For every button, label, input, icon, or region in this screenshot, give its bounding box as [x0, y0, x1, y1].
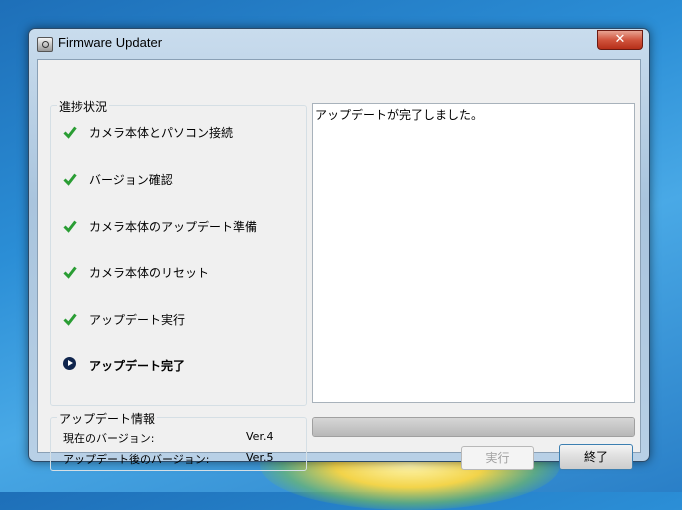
close-button[interactable]: ✕ [597, 30, 643, 50]
progress-fill [313, 418, 634, 436]
step-label: カメラ本体のリセット [89, 266, 210, 280]
check-icon [63, 266, 77, 279]
progress-group-label: 進捗状況 [57, 98, 110, 115]
current-version-value: Ver.4 [246, 430, 274, 443]
step-prepare: カメラ本体のアップデート準備 [51, 216, 291, 236]
check-icon [63, 220, 77, 233]
step-reset: カメラ本体のリセット [51, 262, 291, 282]
client-area: 進捗状況 カメラ本体とパソコン接続 バージョン確認 カメラ本体のアップデート準備… [37, 59, 641, 471]
check-icon [63, 173, 77, 186]
new-version-label: アップデート後のバージョン: [63, 453, 210, 466]
arrow-right-circle-icon [63, 357, 76, 370]
step-label: カメラ本体とパソコン接続 [89, 126, 234, 140]
step-execute: アップデート実行 [51, 309, 291, 329]
window-title: Firmware Updater [58, 35, 163, 50]
status-log-box[interactable]: アップデートが完了しました。 [312, 103, 635, 403]
camera-app-icon [37, 37, 53, 52]
new-version-row: アップデート後のバージョン: Ver.5 [63, 451, 288, 467]
progress-group: 進捗状況 カメラ本体とパソコン接続 バージョン確認 カメラ本体のアップデート準備… [50, 98, 307, 406]
check-icon [63, 313, 77, 326]
run-button[interactable]: 実行 [461, 446, 534, 470]
title-bar[interactable]: Firmware Updater ✕ [29, 29, 649, 57]
step-label: バージョン確認 [89, 173, 173, 187]
update-progress-bar [312, 417, 635, 437]
status-message: アップデートが完了しました。 [315, 108, 484, 122]
current-version-label: 現在のバージョン: [63, 432, 155, 445]
update-info-group: アップデート情報 現在のバージョン: Ver.4 アップデート後のバージョン: … [50, 410, 307, 471]
check-icon [63, 126, 77, 139]
exit-button[interactable]: 終了 [559, 444, 633, 470]
step-label: アップデート実行 [89, 313, 186, 327]
step-complete: アップデート完了 [51, 355, 291, 375]
step-label: アップデート完了 [89, 359, 186, 373]
update-info-group-label: アップデート情報 [57, 410, 158, 427]
firmware-updater-window: Firmware Updater ✕ 進捗状況 カメラ本体とパソコン接続 バージ… [28, 28, 650, 471]
step-version-check: バージョン確認 [51, 169, 291, 189]
step-label: カメラ本体のアップデート準備 [89, 220, 258, 234]
new-version-value: Ver.5 [246, 451, 274, 464]
step-connect: カメラ本体とパソコン接続 [51, 122, 291, 142]
current-version-row: 現在のバージョン: Ver.4 [63, 430, 288, 446]
